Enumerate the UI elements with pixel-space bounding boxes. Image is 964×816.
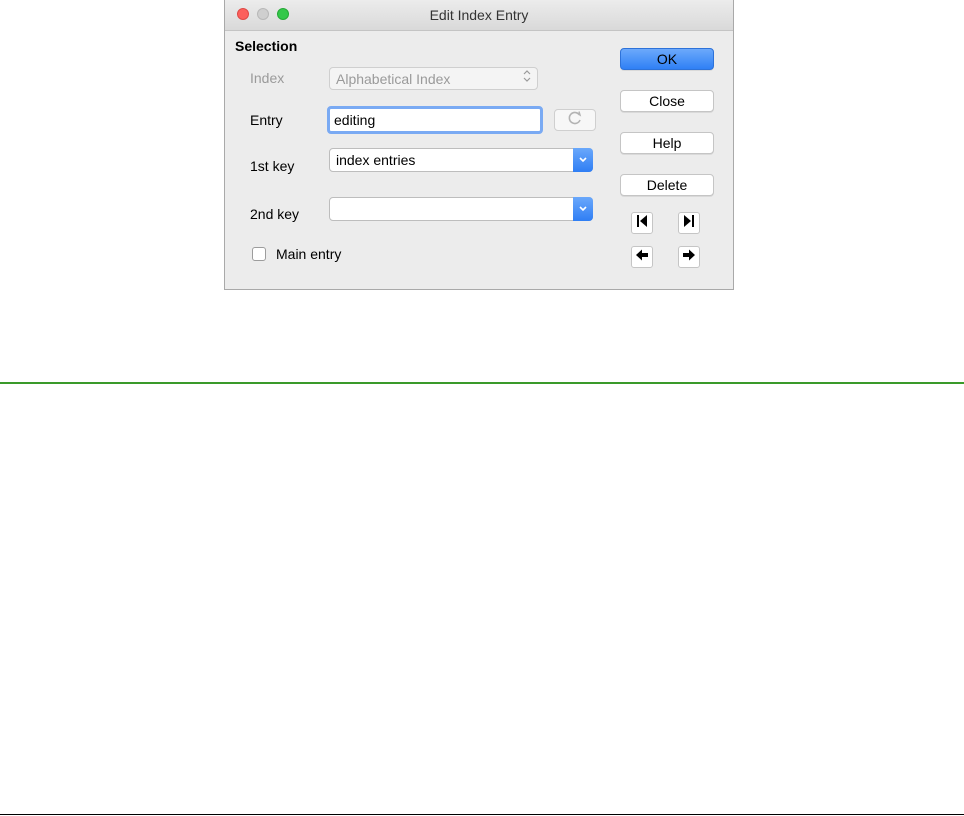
arrow-left-icon: [635, 248, 649, 266]
refresh-icon: [567, 110, 583, 131]
ok-button[interactable]: OK: [620, 48, 714, 70]
window-title: Edit Index Entry: [429, 7, 529, 23]
index-label: Index: [250, 70, 285, 86]
delete-button[interactable]: Delete: [620, 174, 714, 196]
edit-index-entry-dialog: Edit Index Entry Selection Index Alphabe…: [224, 0, 734, 290]
chevron-down-icon[interactable]: [573, 197, 593, 221]
entry-label: Entry: [250, 112, 283, 128]
selection-heading: Selection: [235, 38, 298, 54]
index-select-value: Alphabetical Index: [336, 71, 451, 87]
key2-combobox[interactable]: [329, 197, 593, 221]
apply-entry-button[interactable]: [554, 109, 596, 131]
page-bottom-rule: [0, 814, 964, 815]
entry-input[interactable]: [327, 106, 543, 134]
main-entry-checkbox[interactable]: [252, 247, 266, 261]
first-entry-button[interactable]: [631, 212, 653, 234]
previous-entry-button[interactable]: [631, 246, 653, 268]
last-entry-button[interactable]: [678, 212, 700, 234]
title-bar: Edit Index Entry: [225, 0, 733, 31]
help-button[interactable]: Help: [620, 132, 714, 154]
arrow-right-icon: [682, 248, 696, 266]
updown-chevron-icon: [523, 70, 531, 83]
green-divider: [0, 382, 964, 384]
close-button[interactable]: Close: [620, 90, 714, 112]
key2-label: 2nd key: [250, 206, 300, 222]
main-entry-label: Main entry: [276, 246, 342, 262]
key1-combobox[interactable]: index entries: [329, 148, 593, 172]
key1-value: index entries: [336, 152, 416, 168]
key1-label: 1st key: [250, 158, 295, 174]
next-entry-button[interactable]: [678, 246, 700, 268]
chevron-down-icon[interactable]: [573, 148, 593, 172]
first-entry-icon: [636, 214, 648, 233]
last-entry-icon: [683, 214, 695, 233]
index-select: Alphabetical Index: [329, 67, 538, 90]
